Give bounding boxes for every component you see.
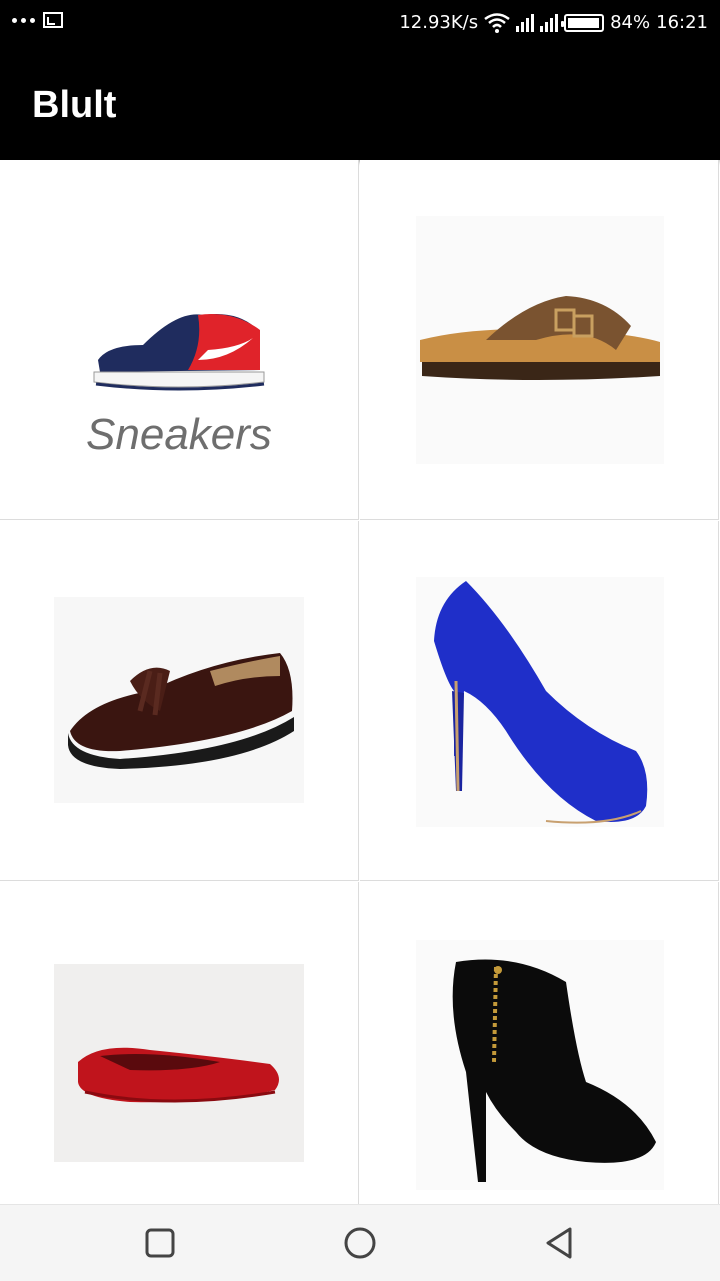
loafer-image — [68, 653, 294, 769]
network-speed: 12.93K/s — [399, 12, 479, 33]
red-flat-image — [78, 1047, 279, 1103]
wifi-icon — [484, 12, 510, 33]
app-title: Blult — [32, 84, 117, 126]
black-bootie-image — [452, 959, 656, 1182]
status-bar: 12.93K/s 84% 16:21 — [0, 0, 720, 48]
category-tile-loafers[interactable]: Loafers — [0, 521, 359, 881]
signal-icon — [516, 13, 535, 32]
signal-icon-2 — [540, 13, 559, 32]
home-button[interactable] — [342, 1225, 378, 1261]
system-nav-bar — [0, 1204, 720, 1281]
category-tile-sneakers[interactable]: Sneakers — [0, 160, 359, 520]
blue-heel-image — [434, 581, 648, 824]
category-label: Sneakers — [86, 410, 272, 459]
sandal-image — [420, 296, 660, 380]
category-grid: Sneakers Loafers — [0, 160, 720, 1204]
app-bar: Blult — [0, 48, 720, 160]
more-dots-icon — [12, 17, 35, 23]
cast-icon — [43, 12, 63, 28]
battery-icon — [561, 13, 605, 32]
clock: 16:21 — [656, 12, 708, 33]
category-tile-heels[interactable] — [360, 521, 719, 881]
category-tile-flats[interactable]: Flats — [0, 882, 359, 1204]
category-tile-sandals[interactable] — [360, 160, 719, 520]
back-button[interactable] — [542, 1225, 578, 1261]
recent-apps-button[interactable] — [142, 1225, 178, 1261]
category-tile-booties[interactable] — [360, 882, 719, 1204]
battery-percent: 84% — [610, 12, 651, 33]
sneaker-image — [93, 314, 265, 391]
